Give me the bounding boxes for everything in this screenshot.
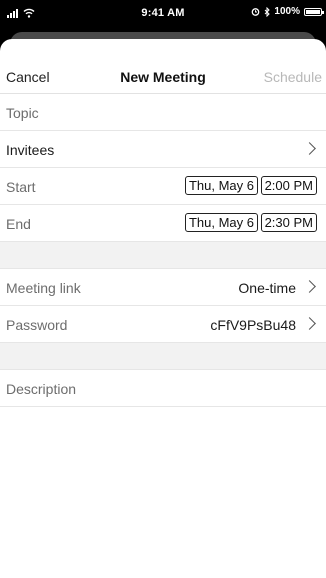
description-field[interactable]: Description (0, 370, 326, 407)
topic-placeholder: Topic (6, 105, 39, 121)
invitees-row[interactable]: Invitees (0, 131, 326, 168)
description-placeholder: Description (6, 381, 77, 397)
schedule-button[interactable]: Schedule (264, 69, 322, 85)
meeting-link-row[interactable]: Meeting link One-time (0, 269, 326, 306)
section-divider (0, 343, 326, 370)
bluetooth-icon (265, 6, 271, 17)
topic-field[interactable]: Topic (0, 94, 326, 131)
battery-icon (304, 7, 324, 16)
meeting-link-value: One-time (238, 280, 296, 296)
section-divider (0, 242, 326, 269)
password-label: Password (6, 317, 68, 333)
start-row: Start Thu, May 6 2:00 PM (0, 168, 326, 205)
status-bar: 9:41 AM 100% (0, 0, 326, 28)
chevron-right-icon (303, 142, 316, 155)
end-row: End Thu, May 6 2:30 PM (0, 205, 326, 242)
chevron-right-icon (303, 280, 316, 293)
chevron-right-icon (303, 317, 316, 330)
new-meeting-sheet: Cancel New Meeting Schedule Topic Invite… (0, 39, 326, 578)
nav-bar: Cancel New Meeting Schedule (0, 39, 326, 94)
end-date-picker[interactable]: Thu, May 6 (184, 213, 258, 232)
password-row[interactable]: Password cFfV9PsBu48 (0, 306, 326, 343)
alarm-icon (252, 8, 260, 16)
invitees-label: Invitees (6, 142, 55, 158)
screen: 9:41 AM 100% Cancel New Meeting Schedule… (0, 0, 326, 578)
battery-percent: 100% (274, 6, 300, 17)
meeting-link-label: Meeting link (6, 280, 81, 296)
status-right: 100% (251, 6, 324, 17)
start-label: Start (6, 179, 36, 195)
start-date-picker[interactable]: Thu, May 6 (184, 176, 258, 195)
password-value: cFfV9PsBu48 (210, 317, 296, 333)
battery-fill (306, 9, 320, 14)
end-time-picker[interactable]: 2:30 PM (260, 213, 317, 232)
start-time-picker[interactable]: 2:00 PM (260, 176, 317, 195)
end-label: End (6, 216, 31, 232)
